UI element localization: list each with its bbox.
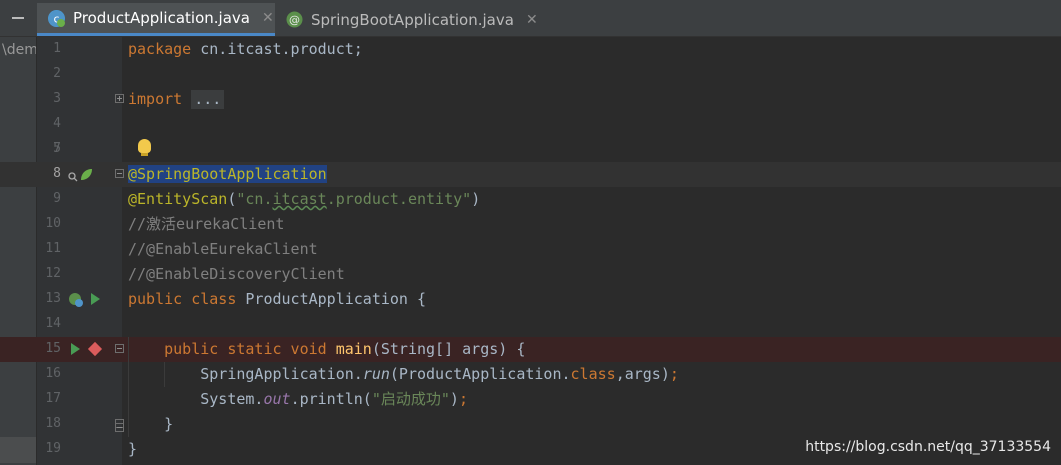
code-line: 3 import ... bbox=[0, 87, 1061, 112]
line-number: 13 bbox=[45, 291, 61, 306]
code-line-breakpoint: 15 public static void main(String[] args… bbox=[0, 337, 1061, 362]
collapse-fold-icon[interactable] bbox=[115, 169, 124, 178]
code-line: 17 System.out.println("启动成功"); bbox=[0, 387, 1061, 412]
code-text: public class ProductApplication { bbox=[128, 290, 427, 308]
code-text: } bbox=[128, 440, 138, 458]
collapse-fold-icon[interactable] bbox=[115, 423, 124, 432]
line-number: 12 bbox=[45, 266, 61, 281]
code-line: 12 //@EnableDiscoveryClient bbox=[0, 262, 1061, 287]
code-line: 14 bbox=[0, 312, 1061, 337]
watermark-url: https://blog.csdn.net/qq_37133554 bbox=[805, 439, 1051, 455]
comment-text: //@EnableEurekaClient bbox=[128, 240, 318, 258]
code-text: public static void main(String[] args) { bbox=[164, 340, 526, 358]
run-main-icon[interactable] bbox=[71, 343, 80, 355]
code-line: 11 //@EnableEurekaClient bbox=[0, 237, 1061, 262]
line-number: 16 bbox=[45, 366, 61, 381]
spring-bean-icon[interactable] bbox=[79, 167, 93, 186]
annotation-icon: @ bbox=[286, 11, 303, 28]
spring-app-icon[interactable] bbox=[68, 292, 84, 312]
tab-label: SpringBootApplication.java bbox=[311, 10, 514, 29]
svg-text:@: @ bbox=[289, 14, 300, 27]
line-number: 18 bbox=[45, 416, 61, 431]
close-tab-icon[interactable]: ✕ bbox=[262, 10, 274, 26]
comment-text: //激活eurekaClient bbox=[128, 215, 285, 233]
collapse-fold-icon[interactable] bbox=[115, 344, 124, 353]
line-number: 14 bbox=[45, 316, 61, 331]
line-number: 3 bbox=[53, 91, 61, 106]
line-number: 9 bbox=[53, 191, 61, 206]
code-text: import ... bbox=[128, 90, 225, 109]
code-line: 10 //激活eurekaClient bbox=[0, 212, 1061, 237]
line-number: 15 bbox=[45, 341, 61, 356]
tab-spring-boot-application[interactable]: @ SpringBootApplication.java ✕ bbox=[276, 3, 538, 36]
code-text: @SpringBootApplication bbox=[128, 165, 327, 183]
code-line: 4 bbox=[0, 112, 1061, 137]
line-number: 10 bbox=[45, 216, 61, 231]
line-7-overlay bbox=[0, 137, 1061, 162]
code-text: SpringApplication.run(ProductApplication… bbox=[200, 365, 679, 383]
code-editor[interactable]: 1 package cn.itcast.product; 2 3 import … bbox=[0, 37, 1061, 465]
breakpoint-icon[interactable] bbox=[87, 341, 103, 357]
line-number: 17 bbox=[45, 391, 61, 406]
spring-class-icon: c bbox=[48, 9, 65, 27]
code-line: 16 SpringApplication.run(ProductApplicat… bbox=[0, 362, 1061, 387]
line-number: 11 bbox=[45, 241, 61, 256]
code-line: 9 @EntityScan("cn.itcast.product.entity"… bbox=[0, 187, 1061, 212]
code-text: package cn.itcast.product; bbox=[128, 40, 363, 58]
line-number: 8 bbox=[53, 166, 61, 181]
hide-panel-button[interactable] bbox=[0, 0, 36, 36]
lightbulb-icon[interactable] bbox=[138, 139, 151, 156]
expand-fold-icon[interactable] bbox=[115, 94, 124, 103]
code-line: 13 public class ProductApplication { bbox=[0, 287, 1061, 312]
minimize-icon bbox=[12, 17, 24, 19]
line-number: 19 bbox=[45, 441, 61, 456]
line-number: 2 bbox=[53, 66, 61, 81]
code-line-current: 8 @SpringBootApplication bbox=[0, 162, 1061, 187]
find-usages-icon[interactable] bbox=[68, 167, 78, 186]
line-number: 4 bbox=[53, 116, 61, 131]
close-tab-icon[interactable]: ✕ bbox=[526, 12, 538, 28]
comment-text: //@EnableDiscoveryClient bbox=[128, 265, 345, 283]
line-number: 1 bbox=[53, 41, 61, 56]
indent-guide bbox=[128, 337, 129, 437]
run-class-icon[interactable] bbox=[91, 293, 100, 305]
tab-product-application[interactable]: c ProductApplication.java ✕ bbox=[37, 3, 275, 36]
code-line: 18 } bbox=[0, 412, 1061, 437]
code-text: } bbox=[164, 415, 174, 433]
code-text: System.out.println("启动成功"); bbox=[200, 390, 468, 408]
tab-label: ProductApplication.java bbox=[73, 9, 250, 27]
code-line: 2 bbox=[0, 62, 1061, 87]
code-line: 1 package cn.itcast.product; bbox=[0, 37, 1061, 62]
indent-guide bbox=[164, 362, 165, 387]
folded-imports[interactable]: ... bbox=[191, 90, 225, 109]
code-text: @EntityScan("cn.itcast.product.entity") bbox=[128, 190, 481, 208]
editor-tab-bar: c ProductApplication.java ✕ @ SpringBoot… bbox=[0, 0, 1061, 37]
